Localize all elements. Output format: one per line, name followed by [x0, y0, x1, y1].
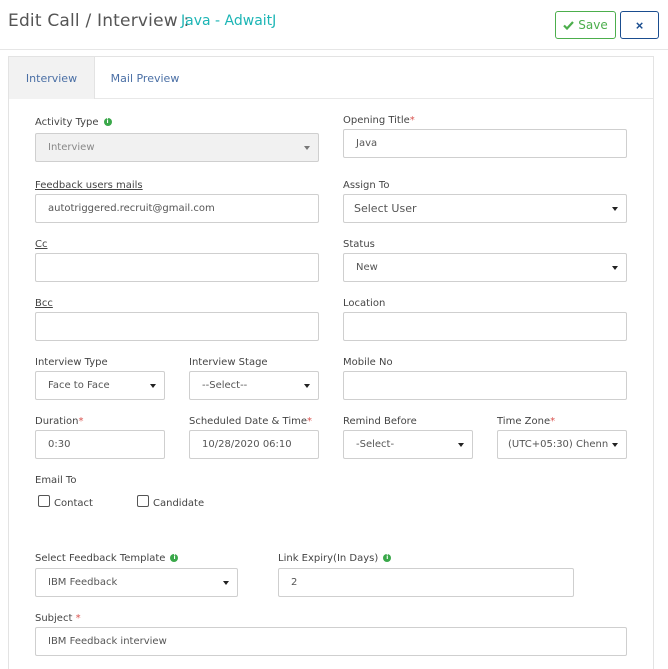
mobile-no-field[interactable]	[343, 371, 627, 400]
page-header: Edit Call / Interview : Java - AdwaitJ S…	[0, 0, 668, 50]
link-expiry-label: Link Expiry(In Days) i	[278, 553, 392, 564]
activity-type-value: Interview	[48, 142, 95, 153]
chevron-down-icon	[304, 384, 310, 388]
status-value: New	[356, 262, 378, 273]
location-field[interactable]	[343, 312, 627, 341]
status-select[interactable]: New	[343, 253, 627, 282]
subject-field[interactable]: IBM Feedback interview	[35, 627, 627, 656]
feedback-users-label[interactable]: Feedback users mails	[35, 180, 143, 191]
close-button[interactable]: ×	[620, 11, 659, 39]
tab-mail-preview[interactable]: Mail Preview	[105, 57, 185, 99]
interview-name: Java - AdwaitJ	[181, 13, 277, 29]
feedback-template-select[interactable]: IBM Feedback	[35, 568, 238, 597]
close-icon: ×	[635, 17, 644, 33]
chevron-down-icon	[612, 266, 618, 270]
scheduled-datetime-value: 10/28/2020 06:10	[202, 439, 292, 450]
time-zone-select[interactable]: (UTC+05:30) Chennai	[497, 430, 627, 459]
opening-title-field[interactable]: Java	[343, 129, 627, 158]
info-icon: i	[170, 554, 179, 562]
info-icon: i	[103, 118, 112, 126]
bcc-label[interactable]: Bcc	[35, 298, 53, 309]
cc-field[interactable]	[35, 253, 319, 282]
scheduled-datetime-label: Scheduled Date & Time*	[189, 416, 313, 427]
feedback-template-value: IBM Feedback	[48, 577, 118, 588]
interview-stage-value: --Select--	[202, 380, 248, 391]
activity-type-label: Activity Type i	[35, 117, 112, 128]
link-expiry-value: 2	[291, 577, 298, 588]
candidate-checkbox-label[interactable]: Candidate	[153, 498, 204, 509]
chevron-down-icon	[304, 146, 310, 150]
duration-field[interactable]: 0:30	[35, 430, 165, 459]
page-title: Edit Call / Interview :	[8, 11, 190, 31]
save-button[interactable]: Save	[555, 11, 616, 39]
tab-interview[interactable]: Interview	[9, 57, 95, 99]
check-icon	[563, 20, 575, 30]
duration-label: Duration*	[35, 416, 84, 427]
activity-type-select[interactable]: Interview	[35, 133, 319, 162]
feedback-template-label: Select Feedback Template i	[35, 553, 179, 564]
chevron-down-icon	[223, 581, 229, 585]
duration-value: 0:30	[48, 439, 71, 450]
interview-type-label: Interview Type	[35, 357, 108, 368]
status-label: Status	[343, 239, 375, 250]
remind-before-label: Remind Before	[343, 416, 417, 427]
interview-type-select[interactable]: Face to Face	[35, 371, 165, 400]
assign-to-label: Assign To	[343, 180, 390, 191]
interview-type-value: Face to Face	[48, 380, 110, 391]
subject-label: Subject *	[35, 613, 81, 624]
tab-bar: Interview Mail Preview	[9, 57, 653, 99]
mobile-no-label: Mobile No	[343, 357, 393, 368]
assign-to-value: Select User	[354, 202, 417, 215]
chevron-down-icon	[150, 384, 156, 388]
chevron-down-icon	[458, 443, 464, 447]
link-expiry-field[interactable]: 2	[278, 568, 574, 597]
time-zone-value: (UTC+05:30) Chennai	[508, 439, 608, 450]
opening-title-value: Java	[356, 138, 378, 149]
remind-before-select[interactable]: -Select-	[343, 430, 473, 459]
scheduled-datetime-field[interactable]: 10/28/2020 06:10	[189, 430, 319, 459]
bcc-field[interactable]	[35, 312, 319, 341]
assign-to-select[interactable]: Select User	[343, 194, 627, 223]
subject-value: IBM Feedback interview	[48, 636, 167, 647]
opening-title-label: Opening Title*	[343, 115, 415, 126]
chevron-down-icon	[612, 443, 618, 447]
interview-stage-select[interactable]: --Select--	[189, 371, 319, 400]
email-to-label: Email To	[35, 475, 77, 486]
feedback-users-value: autotriggered.recruit@gmail.com	[48, 203, 215, 214]
cc-label[interactable]: Cc	[35, 239, 47, 250]
save-button-label: Save	[578, 18, 608, 32]
chevron-down-icon	[612, 207, 618, 211]
feedback-users-field[interactable]: autotriggered.recruit@gmail.com	[35, 194, 319, 223]
time-zone-label: Time Zone*	[497, 416, 556, 427]
remind-before-value: -Select-	[356, 439, 395, 450]
location-label: Location	[343, 298, 386, 309]
info-icon: i	[383, 554, 392, 562]
contact-checkbox-label[interactable]: Contact	[54, 498, 93, 509]
contact-checkbox[interactable]	[38, 495, 50, 507]
candidate-checkbox[interactable]	[137, 495, 149, 507]
interview-stage-label: Interview Stage	[189, 357, 268, 368]
